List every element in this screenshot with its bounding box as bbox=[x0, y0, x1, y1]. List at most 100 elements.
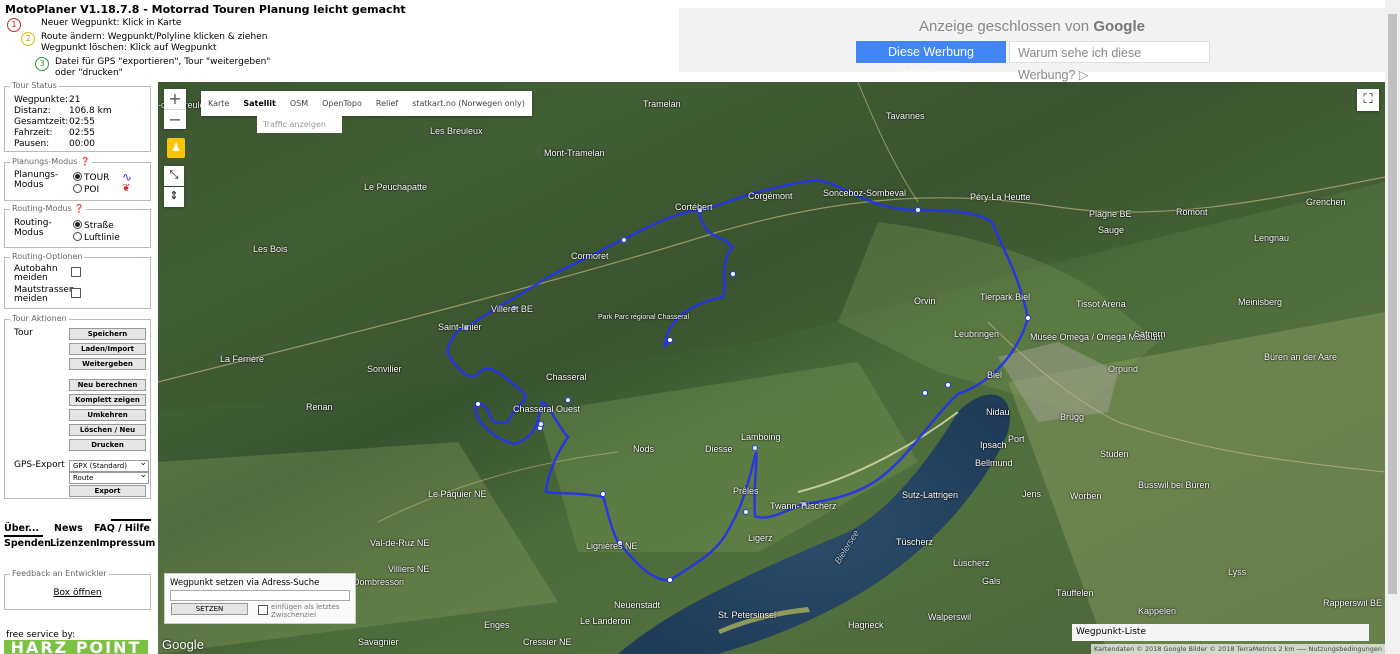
map-label: Mont-Tramelan bbox=[544, 148, 605, 158]
link-imprint[interactable]: Impressum bbox=[96, 538, 155, 549]
routing-option-road[interactable]: Straße bbox=[73, 220, 114, 231]
map-label: Nods bbox=[633, 444, 655, 454]
instructions: 1 Neuer Wegpunkt: Klick in Karte 2 Route… bbox=[7, 18, 367, 82]
map-label: Dombresson bbox=[353, 577, 405, 587]
map-canvas bbox=[158, 82, 1385, 654]
delete-new-button[interactable]: Löschen / Neu bbox=[69, 424, 146, 436]
map-type-satellite[interactable]: Satellit bbox=[236, 91, 282, 116]
planning-option-poi[interactable]: POI bbox=[73, 184, 99, 195]
map-type-statkart[interactable]: statkart.no (Norwegen only) bbox=[405, 91, 532, 116]
map-type-map[interactable]: Karte bbox=[201, 91, 236, 116]
avoid-highways-checkbox[interactable] bbox=[71, 267, 81, 277]
map-label: Grenchen bbox=[1306, 197, 1346, 207]
radio[interactable] bbox=[73, 184, 82, 193]
step-2-number: 2 bbox=[21, 32, 35, 46]
map-type-control: Karte Satellit OSM OpenTopo Relief statk… bbox=[201, 91, 532, 116]
routing-option-straight[interactable]: Luftlinie bbox=[73, 232, 120, 243]
scrollbar-thumb[interactable] bbox=[1388, 14, 1397, 594]
step-3-number: 3 bbox=[35, 57, 49, 71]
planning-option-tour[interactable]: TOUR bbox=[73, 172, 109, 183]
map-label: Orpund bbox=[1108, 364, 1139, 374]
map-label: Lignières NE bbox=[586, 541, 638, 551]
insert-last-label: einfügen als letztes Zwischenziel bbox=[271, 603, 340, 619]
move-icon[interactable]: ⇕ bbox=[164, 187, 184, 207]
map-type-opentopo[interactable]: OpenTopo bbox=[315, 91, 369, 116]
step-2-text: Route ändern: Wegpunkt/Polyline klicken … bbox=[41, 32, 268, 42]
map-label: Chasseral Ouest bbox=[513, 404, 581, 414]
harz-point-logo[interactable]: HARZ POINT bbox=[4, 640, 148, 654]
map-label: Port bbox=[1008, 434, 1025, 444]
map-label: Ligerz bbox=[748, 533, 773, 543]
map-label: Lamboing bbox=[741, 432, 781, 442]
insert-last-checkbox[interactable] bbox=[258, 605, 268, 615]
traffic-toggle[interactable]: Traffic anzeigen bbox=[257, 116, 342, 133]
address-search-title: Wegpunkt setzen via Adress-Suche bbox=[170, 578, 320, 588]
load-import-button[interactable]: Laden/Import bbox=[69, 343, 146, 355]
radio-selected[interactable] bbox=[73, 172, 82, 181]
address-search-input[interactable] bbox=[170, 590, 350, 601]
sidebar: Tour Status Wegpunkte: 21 Distanz: 106.8 k… bbox=[0, 80, 158, 654]
map-label: Tissot Arena bbox=[1076, 299, 1126, 309]
routing-mode-label: Routing-Modus bbox=[14, 218, 52, 238]
recalculate-button[interactable]: Neu berechnen bbox=[69, 379, 146, 391]
map-label: Sonceboz-Sombeval bbox=[823, 188, 907, 198]
status-label: Fahrzeit: bbox=[14, 128, 53, 138]
map-label: Le Pâquier NE bbox=[428, 489, 487, 499]
radio[interactable] bbox=[73, 232, 82, 241]
link-news[interactable]: News bbox=[54, 523, 83, 534]
share-button[interactable]: Weitergeben bbox=[69, 358, 146, 370]
map-label: Prêles bbox=[733, 486, 759, 496]
set-waypoint-button[interactable]: SETZEN bbox=[171, 603, 248, 615]
map-label: Corgémont bbox=[748, 191, 793, 201]
fullscreen-icon[interactable]: ⛶ bbox=[1357, 89, 1379, 111]
gps-format-select[interactable]: GPX (Standard) bbox=[69, 458, 149, 472]
map-label: Sutz-Lattrigen bbox=[902, 490, 959, 500]
map-label: Lyss bbox=[1228, 567, 1247, 577]
map-label: Ipsach bbox=[980, 440, 1007, 450]
link-about[interactable]: Über... bbox=[4, 523, 39, 534]
link-licenses[interactable]: Lizenzen bbox=[50, 538, 97, 549]
link-donate[interactable]: Spenden bbox=[4, 538, 51, 549]
google-logo: Google bbox=[162, 637, 204, 652]
map-label: Tavannes bbox=[886, 111, 925, 121]
why-ad-button[interactable]: Warum sehe ich diese Werbung? ▷ bbox=[1009, 41, 1210, 82]
avoid-tolls-checkbox[interactable] bbox=[71, 288, 81, 298]
routing-mode-panel: Routing-Modus ❓ Routing-Modus Straße Luf… bbox=[4, 204, 151, 248]
link-faq[interactable]: FAQ / Hilfe bbox=[94, 523, 150, 534]
map-label: Brügg bbox=[1060, 412, 1085, 422]
option-label: Luftlinie bbox=[84, 233, 120, 243]
expand-icon[interactable]: ⤡ bbox=[164, 166, 184, 186]
map-type-relief[interactable]: Relief bbox=[369, 91, 405, 116]
print-button[interactable]: Drucken bbox=[69, 439, 146, 451]
gps-type-select[interactable]: Route bbox=[69, 470, 149, 484]
page-scrollbar[interactable] bbox=[1385, 0, 1400, 654]
feedback-legend: Feedback an Entwickler bbox=[10, 569, 109, 578]
map-label: Péry-La Heutte bbox=[970, 192, 1031, 202]
radio-selected[interactable] bbox=[73, 220, 82, 229]
open-feedback-link[interactable]: Box öffnen bbox=[5, 588, 150, 598]
routing-options-legend: Routing-Optionen bbox=[10, 252, 85, 261]
zoom-out-button[interactable]: − bbox=[164, 109, 186, 129]
zoom-in-button[interactable]: + bbox=[164, 89, 186, 109]
map-label: Biel bbox=[987, 370, 1003, 380]
zoom-control: + − bbox=[164, 89, 186, 129]
show-all-button[interactable]: Komplett zeigen bbox=[69, 394, 146, 406]
map-label: St. Petersinsel bbox=[718, 610, 777, 620]
block-ad-button[interactable]: Diese Werbung blockieren bbox=[856, 41, 1006, 81]
map-label: Les Breuleux bbox=[430, 126, 483, 136]
tour-label: Tour bbox=[14, 328, 33, 338]
export-button[interactable]: Export bbox=[69, 485, 146, 497]
map[interactable]: -des-Breuleux Tramelan Tavannes Les Breu… bbox=[158, 82, 1385, 654]
reverse-button[interactable]: Umkehren bbox=[69, 409, 146, 421]
status-value: 02:55 bbox=[69, 128, 95, 138]
ad-title: Anzeige geschlossen von Google bbox=[679, 18, 1385, 35]
map-type-osm[interactable]: OSM bbox=[283, 91, 315, 116]
save-button[interactable]: Speichern bbox=[69, 328, 146, 340]
option-label: TOUR bbox=[84, 173, 110, 183]
step-3: 3 Datei für GPS "exportieren", Tour "wei… bbox=[35, 57, 367, 79]
tour-actions-legend: Tour Aktionen bbox=[10, 314, 69, 323]
street-view-pegman-icon[interactable]: ♟ bbox=[167, 138, 185, 158]
map-label: Meinisberg bbox=[1238, 297, 1283, 307]
waypoint-list-toggle[interactable]: Wegpunkt-Liste bbox=[1072, 624, 1369, 641]
map-label: Neuenstadt bbox=[614, 600, 661, 610]
